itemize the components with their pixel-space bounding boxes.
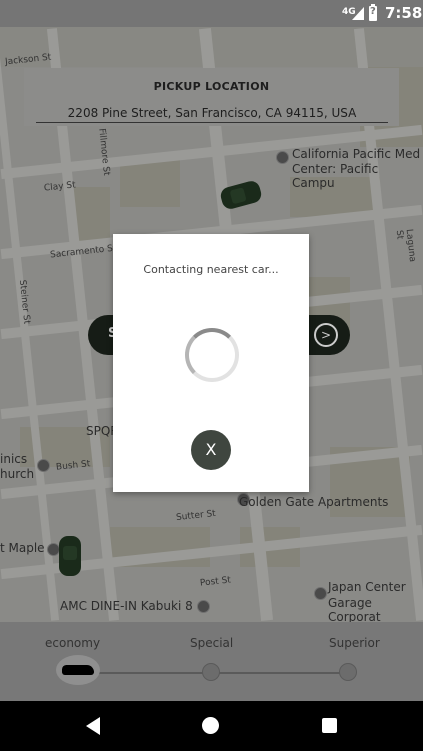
selected-car-icon[interactable] xyxy=(56,655,100,685)
contacting-dialog: Contacting nearest car... X xyxy=(113,234,309,492)
poi-label: inics xyxy=(0,452,28,466)
spinner-icon xyxy=(185,328,239,382)
tier-knob-special[interactable] xyxy=(202,663,220,681)
go-arrow-icon: > xyxy=(314,323,338,347)
back-icon[interactable] xyxy=(86,717,100,735)
street-label: Bush St xyxy=(55,459,91,473)
navigation-bar xyxy=(0,701,423,751)
dialog-message: Contacting nearest car... xyxy=(143,263,279,276)
recents-icon[interactable] xyxy=(322,718,337,733)
car-tier-selector[interactable]: economy Special Superior xyxy=(0,622,423,701)
street-label: Post St xyxy=(199,575,232,589)
tier-economy[interactable]: economy xyxy=(45,636,100,650)
street-label: Sutter St xyxy=(175,508,217,524)
poi-marker-icon xyxy=(276,151,289,164)
poi-label: Garage Corporat xyxy=(328,596,381,622)
poi-marker-icon xyxy=(37,459,50,472)
poi-marker-icon xyxy=(314,587,327,600)
pickup-title: PICKUP LOCATION xyxy=(153,80,270,93)
poi-label: t Maple xyxy=(0,541,45,555)
tier-superior[interactable]: Superior xyxy=(329,636,380,650)
signal-icon xyxy=(352,7,364,20)
status-bar: 4G ? 7:58 xyxy=(0,0,423,27)
pickup-location-card[interactable]: PICKUP LOCATION 2208 Pine Street, San Fr… xyxy=(24,68,399,126)
poi-label: California Pacific Med xyxy=(292,147,421,161)
poi-label: Center: Pacific Campu xyxy=(292,162,379,190)
street-label: Laguna St xyxy=(393,228,418,263)
tier-special[interactable]: Special xyxy=(190,636,233,650)
car-marker-icon xyxy=(59,536,81,576)
cancel-button[interactable]: X xyxy=(191,430,231,470)
poi-marker-icon xyxy=(197,600,210,613)
home-icon[interactable] xyxy=(202,717,219,734)
poi-label: AMC DINE-IN Kabuki 8 xyxy=(60,599,193,613)
clock: 7:58 xyxy=(385,4,423,22)
battery-icon: ? xyxy=(369,4,377,21)
pickup-address-field[interactable]: 2208 Pine Street, San Francisco, CA 9411… xyxy=(36,106,388,123)
poi-label: Japan Center xyxy=(328,580,406,594)
poi-label: hurch xyxy=(0,467,35,481)
tier-knob-superior[interactable] xyxy=(339,663,357,681)
poi-label: Golden Gate Apartments xyxy=(239,495,389,509)
